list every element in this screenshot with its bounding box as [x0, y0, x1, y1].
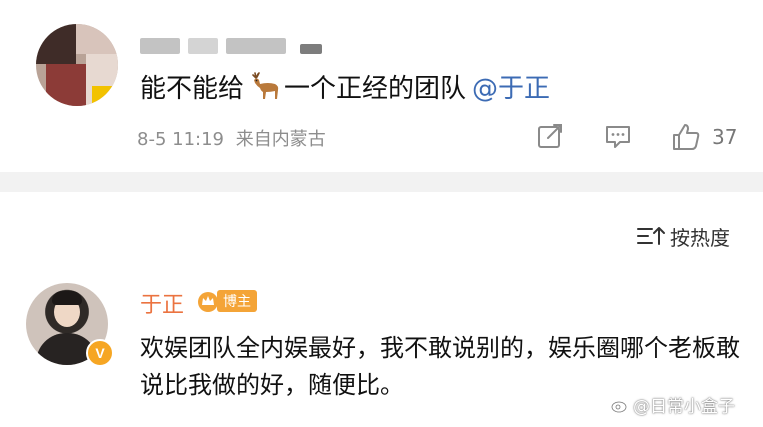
sort-label: 按热度	[670, 225, 730, 250]
comment-icon[interactable]	[604, 122, 632, 150]
weibo-icon	[611, 396, 628, 412]
thumbs-up-icon[interactable]	[671, 122, 701, 152]
section-divider	[0, 172, 763, 192]
deer-emoji-icon	[252, 72, 279, 99]
sort-by-hot-button[interactable]: 按热度	[636, 222, 730, 250]
mention-link[interactable]: @于正	[472, 74, 550, 104]
comment-text: 能不能给 一个正经的团队 @于正	[140, 71, 550, 107]
original-comment: 能不能给 一个正经的团队 @于正 8-5 11:19 来自内蒙古 37	[0, 0, 763, 170]
blogger-tag-label: 博主	[217, 290, 257, 312]
like-count: 37	[712, 125, 738, 149]
watermark-text: @日常小盒子	[633, 397, 735, 417]
verified-badge-icon: V	[86, 339, 114, 367]
timestamp: 8-5 11:19	[137, 129, 224, 150]
reply-author-name[interactable]: 于正	[140, 287, 184, 319]
comment-meta: 8-5 11:19 来自内蒙古	[137, 125, 326, 151]
username-redacted[interactable]	[140, 34, 330, 58]
watermark: @日常小盒子	[611, 392, 735, 417]
share-icon[interactable]	[536, 122, 564, 150]
blogger-badge: 博主	[196, 289, 257, 313]
sort-icon	[637, 227, 665, 245]
location: 来自内蒙古	[235, 129, 326, 150]
avatar[interactable]	[36, 24, 118, 106]
